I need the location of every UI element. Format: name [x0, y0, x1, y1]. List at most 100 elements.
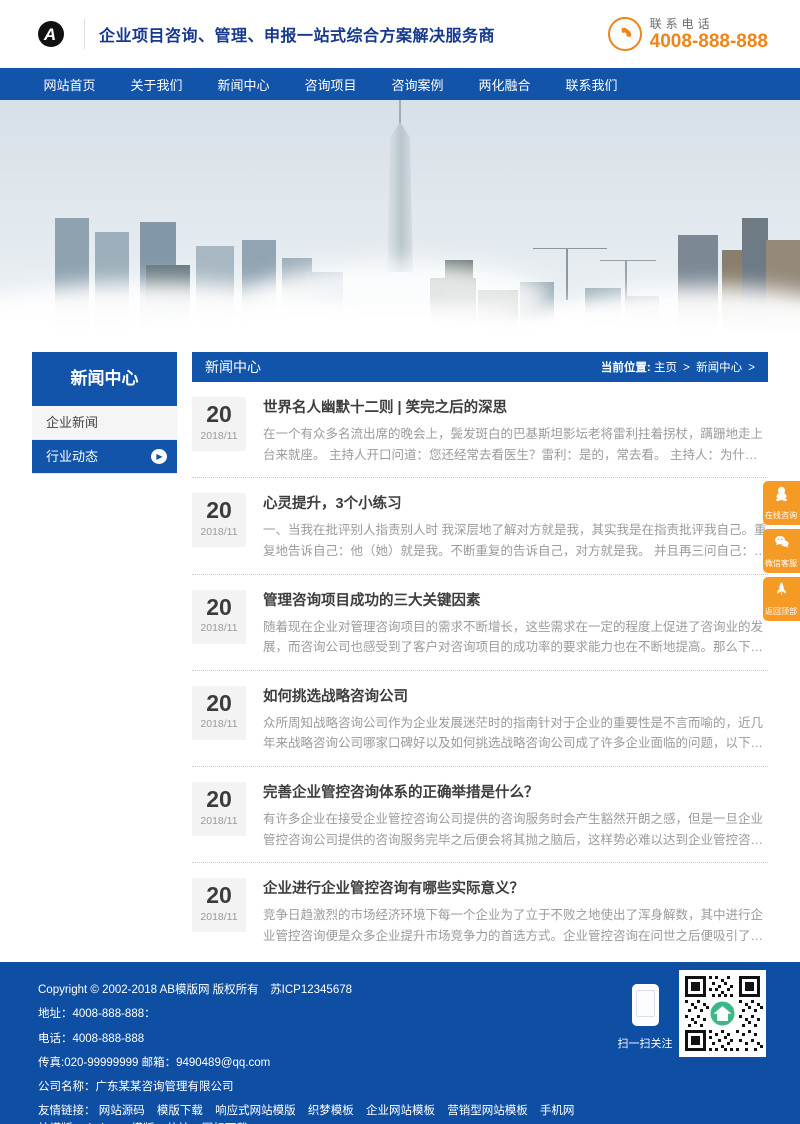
news-date-box: 20 2018/11 [192, 686, 246, 740]
footer-link[interactable]: 模版下载 [157, 1105, 203, 1117]
news-text: 完善企业管控咨询体系的正确举措是什么？ 有许多企业在接受企业管控咨询公司提供的咨… [263, 780, 768, 850]
nav-item[interactable]: 关于我们 [113, 75, 200, 94]
news-title[interactable]: 如何挑选战略咨询公司 [263, 685, 768, 706]
phone-icon [608, 17, 642, 51]
contact-label: 联系电话 [650, 15, 768, 32]
hero-banner-image [0, 100, 800, 345]
news-date-box: 20 2018/11 [192, 782, 246, 836]
content-header: 新闻中心 当前位置: 主页 > 新闻中心 > [192, 352, 768, 382]
news-summary: 众所周知战略咨询公司作为企业发展迷茫时的指南针对于企业的重要性是不言而喻的，近几… [263, 713, 768, 754]
news-summary: 在一个有众多名流出席的晚会上，鬓发斑白的巴基斯坦影坛老将雷利拄着拐杖，蹒跚地走上… [263, 424, 768, 465]
sidebar-title: 新闻中心 [32, 352, 177, 406]
nav-item[interactable]: 咨询案例 [374, 75, 461, 94]
news-text: 心灵提升，3个小练习 一、当我在批评别人指责别人时 我深层地了解对方就是我，其实… [263, 491, 768, 561]
news-text: 企业进行企业管控咨询有哪些实际意义？ 竞争日趋激烈的市场经济环境下每一个企业为了… [263, 876, 768, 946]
rocket-icon [773, 581, 790, 603]
news-date-day: 20 [192, 882, 246, 910]
footer-company: 公司名称：广东某某咨询管理有限公司 [38, 1079, 800, 1096]
back-to-top-button[interactable]: 返回顶部 [763, 577, 800, 621]
footer-links: 友情链接： 网站源码 模版下载 响应式网站模版 织梦模板 企业网站模板 营销型网… [38, 1103, 583, 1124]
news-date-box: 20 2018/11 [192, 590, 246, 644]
scan-label: 扫一扫关注 [612, 1035, 678, 1051]
wechat-service-button[interactable]: 微信客服 [763, 529, 800, 573]
news-summary: 竞争日趋激烈的市场经济环境下每一个企业为了立于不败之地使出了浑身解数，其中进行企… [263, 905, 768, 946]
sidebar-item-label: 企业新闻 [46, 406, 98, 439]
qr-code [679, 970, 766, 1057]
news-date-day: 20 [192, 401, 246, 429]
sidebar-item[interactable]: 行业动态 ▶ [32, 440, 177, 474]
section-title: 新闻中心 [205, 357, 261, 377]
breadcrumb-separator: > [748, 362, 755, 374]
contact-number: 4008-888-888 [650, 32, 768, 53]
breadcrumb-section[interactable]: 新闻中心 [696, 362, 742, 374]
news-item[interactable]: 20 2018/11 完善企业管控咨询体系的正确举措是什么？ 有许多企业在接受企… [192, 767, 768, 863]
nav-item[interactable]: 新闻中心 [200, 75, 287, 94]
news-date-box: 20 2018/11 [192, 397, 246, 451]
news-summary: 一、当我在批评别人指责别人时 我深层地了解对方就是我，其实我是在指责批评我自己。… [263, 520, 768, 561]
footer-links-label: 友情链接： [38, 1105, 96, 1117]
news-date-ym: 2018/11 [192, 815, 246, 827]
news-date-day: 20 [192, 690, 246, 718]
arrow-circle-icon: ▶ [151, 449, 167, 464]
qq-icon [773, 485, 790, 507]
news-list: 20 2018/11 世界名人幽默十二则 | 笑完之后的深思 在一个有众多名流出… [192, 382, 768, 959]
floating-toolbar: 在线咨询 微信客服 [763, 481, 800, 625]
float-button-label: 返回顶部 [765, 605, 797, 616]
news-date-day: 20 [192, 497, 246, 525]
footer-link[interactable]: 网站源码 [99, 1105, 145, 1117]
news-item[interactable]: 20 2018/11 企业进行企业管控咨询有哪些实际意义？ 竞争日趋激烈的市场经… [192, 863, 768, 958]
main-nav: 网站首页 关于我们 新闻中心 咨询项目 咨询案例 两化融合 联系我们 [0, 68, 800, 100]
site-logo[interactable]: A [38, 21, 64, 47]
news-date-ym: 2018/11 [192, 430, 246, 442]
news-title[interactable]: 企业进行企业管控咨询有哪些实际意义？ [263, 877, 768, 898]
news-text: 管理咨询项目成功的三大关键因素 随着现在企业对管理咨询项目的需求不断增长，这些需… [263, 588, 768, 658]
footer-link[interactable]: 响应式网站模版 [215, 1105, 296, 1117]
news-item[interactable]: 20 2018/11 管理咨询项目成功的三大关键因素 随着现在企业对管理咨询项目… [192, 575, 768, 671]
scan-follow: 扫一扫关注 [612, 984, 678, 1051]
site-header: A 企业项目咨询、管理、申报一站式综合方案解决服务商 联系电话 4008-888… [0, 0, 800, 68]
wechat-icon [773, 533, 790, 555]
nav-item[interactable]: 咨询项目 [287, 75, 374, 94]
news-summary: 有许多企业在接受企业管控咨询公司提供的咨询服务时会产生豁然开朗之感，但是一旦企业… [263, 809, 768, 850]
breadcrumb: 当前位置: 主页 > 新闻中心 > [601, 359, 758, 375]
news-title[interactable]: 完善企业管控咨询体系的正确举措是什么？ [263, 781, 768, 802]
news-item[interactable]: 20 2018/11 心灵提升，3个小练习 一、当我在批评别人指责别人时 我深层… [192, 478, 768, 574]
breadcrumb-label: 当前位置: [601, 362, 651, 374]
online-consult-button[interactable]: 在线咨询 [763, 481, 800, 525]
site-footer: Copyright © 2002-2018 AB模版网 版权所有 苏ICP123… [0, 962, 800, 1124]
news-item[interactable]: 20 2018/11 如何挑选战略咨询公司 众所周知战略咨询公司作为企业发展迷茫… [192, 671, 768, 767]
header-divider [84, 19, 85, 49]
sidebar-item-label: 行业动态 [46, 440, 98, 473]
footer-link[interactable]: 企业网站模板 [366, 1105, 435, 1117]
news-date-ym: 2018/11 [192, 718, 246, 730]
breadcrumb-home[interactable]: 主页 [654, 362, 677, 374]
nav-item[interactable]: 网站首页 [26, 75, 113, 94]
news-title[interactable]: 管理咨询项目成功的三大关键因素 [263, 589, 768, 610]
header-contact: 联系电话 4008-888-888 [608, 15, 768, 53]
logo-letter: A [44, 26, 56, 43]
news-title[interactable]: 心灵提升，3个小练习 [263, 492, 768, 513]
nav-item[interactable]: 两化融合 [461, 75, 548, 94]
news-text: 如何挑选战略咨询公司 众所周知战略咨询公司作为企业发展迷茫时的指南针对于企业的重… [263, 684, 768, 754]
site-slogan: 企业项目咨询、管理、申报一站式综合方案解决服务商 [99, 22, 495, 46]
news-date-day: 20 [192, 786, 246, 814]
main-area: 新闻中心 企业新闻 ▶ 行业动态 ▶ 新闻中心 当前位置: 主页 > [32, 352, 768, 999]
mobile-phone-icon [632, 984, 659, 1026]
news-date-day: 20 [192, 594, 246, 622]
news-text: 世界名人幽默十二则 | 笑完之后的深思 在一个有众多名流出席的晚会上，鬓发斑白的… [263, 395, 768, 465]
news-item[interactable]: 20 2018/11 世界名人幽默十二则 | 笑完之后的深思 在一个有众多名流出… [192, 382, 768, 478]
news-title[interactable]: 世界名人幽默十二则 | 笑完之后的深思 [263, 396, 768, 417]
news-date-box: 20 2018/11 [192, 493, 246, 547]
news-date-box: 20 2018/11 [192, 878, 246, 932]
sidebar: 新闻中心 企业新闻 ▶ 行业动态 ▶ [32, 352, 177, 474]
news-date-ym: 2018/11 [192, 622, 246, 634]
sidebar-item[interactable]: 企业新闻 ▶ [32, 406, 177, 440]
footer-link[interactable]: 织梦模板 [308, 1105, 354, 1117]
news-summary: 随着现在企业对管理咨询项目的需求不断增长，这些需求在一定的程度上促进了咨询业的发… [263, 617, 768, 658]
page: A 企业项目咨询、管理、申报一站式综合方案解决服务商 联系电话 4008-888… [0, 0, 800, 1124]
float-button-label: 微信客服 [765, 557, 797, 568]
float-button-label: 在线咨询 [765, 509, 797, 520]
footer-link[interactable]: 营销型网站模板 [447, 1105, 528, 1117]
nav-item[interactable]: 联系我们 [548, 75, 635, 94]
contact-text: 联系电话 4008-888-888 [650, 15, 768, 53]
